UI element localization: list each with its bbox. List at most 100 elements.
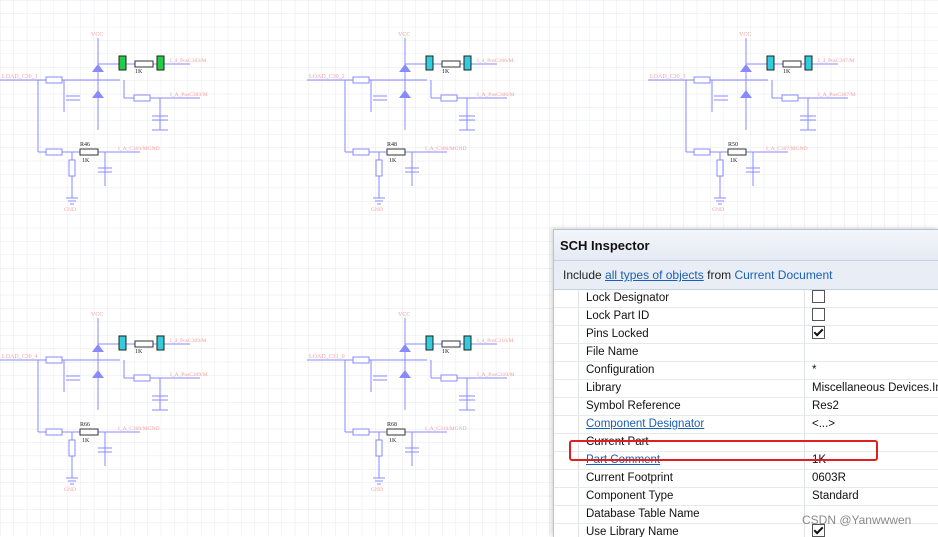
selection-handle xyxy=(156,55,165,71)
resistor-left xyxy=(352,428,370,436)
property-name[interactable]: Part Comment xyxy=(579,452,805,469)
net-label-input: LOAD_C30_1 xyxy=(2,74,38,80)
resistor-bottom-ref: R66 xyxy=(80,422,90,428)
resistor-input xyxy=(45,76,63,84)
property-row[interactable]: Lock Designator xyxy=(554,290,938,308)
property-row[interactable]: Component Type Standard xyxy=(554,488,938,506)
property-value[interactable]: 0603R xyxy=(805,470,938,487)
property-row[interactable]: Symbol Reference Res2 xyxy=(554,398,938,416)
property-value[interactable]: Miscellaneous Devices.IntLib xyxy=(805,380,938,397)
resistor-vertical xyxy=(375,439,383,457)
row-gutter xyxy=(554,380,579,397)
gnd-label: GND xyxy=(712,207,724,213)
property-grid[interactable]: Lock Designator Lock Part ID Pins Locked Fi… xyxy=(554,290,938,537)
row-gutter xyxy=(554,506,579,523)
resistor-bottom xyxy=(79,428,99,436)
row-gutter xyxy=(554,290,579,307)
resistor-bottom xyxy=(79,148,99,156)
resistor-top xyxy=(441,60,461,68)
resistor-bottom xyxy=(386,148,406,156)
net-label-mid: I_A_PosC303/M xyxy=(170,92,208,98)
object-types-link[interactable]: all types of objects xyxy=(605,268,704,282)
row-gutter xyxy=(554,398,579,415)
resistor-bottom-value: 1K xyxy=(389,438,397,444)
row-gutter xyxy=(554,470,579,487)
vcc-label: VCC xyxy=(739,32,751,38)
property-value[interactable]: Res2 xyxy=(805,398,938,415)
property-row[interactable]: Current Part xyxy=(554,434,938,452)
net-label-mid: I_A_PosC309/M xyxy=(170,372,208,378)
net-label-mid: I_A_PosC307/M xyxy=(818,92,856,98)
property-row[interactable]: Configuration * xyxy=(554,362,938,380)
property-value[interactable]: * xyxy=(805,362,938,379)
resistor-top-value: 1K xyxy=(783,69,791,75)
net-label-input: LOAD_C30_3 xyxy=(650,74,686,80)
sch-inspector-panel[interactable]: SCH Inspector Include all types of objec… xyxy=(553,229,938,537)
resistor-bottom-ref: R50 xyxy=(728,142,738,148)
property-checkbox[interactable] xyxy=(812,308,825,322)
resistor-mid xyxy=(440,374,458,382)
property-name: File Name xyxy=(579,344,805,361)
resistor-top-value: 1K xyxy=(442,69,450,75)
resistor-top xyxy=(134,60,154,68)
property-value[interactable]: 1K xyxy=(805,452,938,469)
resistor-bottom-value: 1K xyxy=(82,438,90,444)
property-value[interactable] xyxy=(805,326,938,343)
property-name: Use Library Name xyxy=(579,524,805,537)
resistor-bottom-value: 1K xyxy=(389,158,397,164)
net-label-top: I_4_PosC309/M xyxy=(170,338,206,344)
selection-handle xyxy=(425,55,434,71)
row-gutter xyxy=(554,452,579,469)
resistor-input xyxy=(45,356,63,364)
inspector-title: SCH Inspector xyxy=(554,230,938,261)
property-row[interactable]: File Name xyxy=(554,344,938,362)
property-value[interactable] xyxy=(805,344,938,361)
property-name: Library xyxy=(579,380,805,397)
scope-link[interactable]: Current Document xyxy=(734,268,832,282)
resistor-top-value: 1K xyxy=(135,349,143,355)
property-checkbox[interactable] xyxy=(812,326,825,340)
property-checkbox[interactable] xyxy=(812,290,825,304)
gnd-label: GND xyxy=(64,487,76,493)
property-row[interactable]: Lock Part ID xyxy=(554,308,938,326)
net-label-input: LOAD_C30_2 xyxy=(309,74,345,80)
property-value[interactable] xyxy=(805,290,938,307)
resistor-left xyxy=(352,148,370,156)
inspector-include-bar: Include all types of objects from Curren… xyxy=(554,261,938,290)
property-row[interactable]: Component Designator <...> xyxy=(554,416,938,434)
resistor-vertical xyxy=(716,159,724,177)
property-row[interactable]: Current Footprint 0603R xyxy=(554,470,938,488)
include-prefix: Include xyxy=(563,268,602,282)
property-value[interactable]: <...> xyxy=(805,416,938,433)
row-gutter xyxy=(554,308,579,325)
selection-handle xyxy=(463,335,472,351)
resistor-top xyxy=(782,60,802,68)
selection-handle xyxy=(463,55,472,71)
net-label-top: I_4_PosC307/M xyxy=(818,58,854,64)
include-mid: from xyxy=(707,268,732,282)
property-name: Database Table Name xyxy=(579,506,805,523)
resistor-left xyxy=(693,148,711,156)
property-name[interactable]: Component Designator xyxy=(579,416,805,433)
property-value[interactable] xyxy=(805,308,938,325)
property-value[interactable] xyxy=(805,434,938,451)
vcc-label: VCC xyxy=(398,32,410,38)
resistor-bottom xyxy=(727,148,747,156)
selection-handle xyxy=(766,55,775,71)
resistor-mid xyxy=(440,94,458,102)
property-value[interactable]: Standard xyxy=(805,488,938,505)
net-label-mid: I_A_PosC310/M xyxy=(477,372,515,378)
resistor-top xyxy=(134,340,154,348)
resistor-bottom-ref: R68 xyxy=(387,422,397,428)
property-row[interactable]: Part Comment 1K xyxy=(554,452,938,470)
selection-handle xyxy=(118,55,127,71)
property-name: Current Part xyxy=(579,434,805,451)
resistor-mid xyxy=(781,94,799,102)
property-row[interactable]: LibraryMiscellaneous Devices.IntLib xyxy=(554,380,938,398)
resistor-bottom xyxy=(386,428,406,436)
vcc-label: VCC xyxy=(91,32,103,38)
row-gutter xyxy=(554,362,579,379)
watermark: CSDN @Yanwwwen xyxy=(802,513,912,527)
resistor-vertical xyxy=(68,439,76,457)
property-row[interactable]: Pins Locked xyxy=(554,326,938,344)
